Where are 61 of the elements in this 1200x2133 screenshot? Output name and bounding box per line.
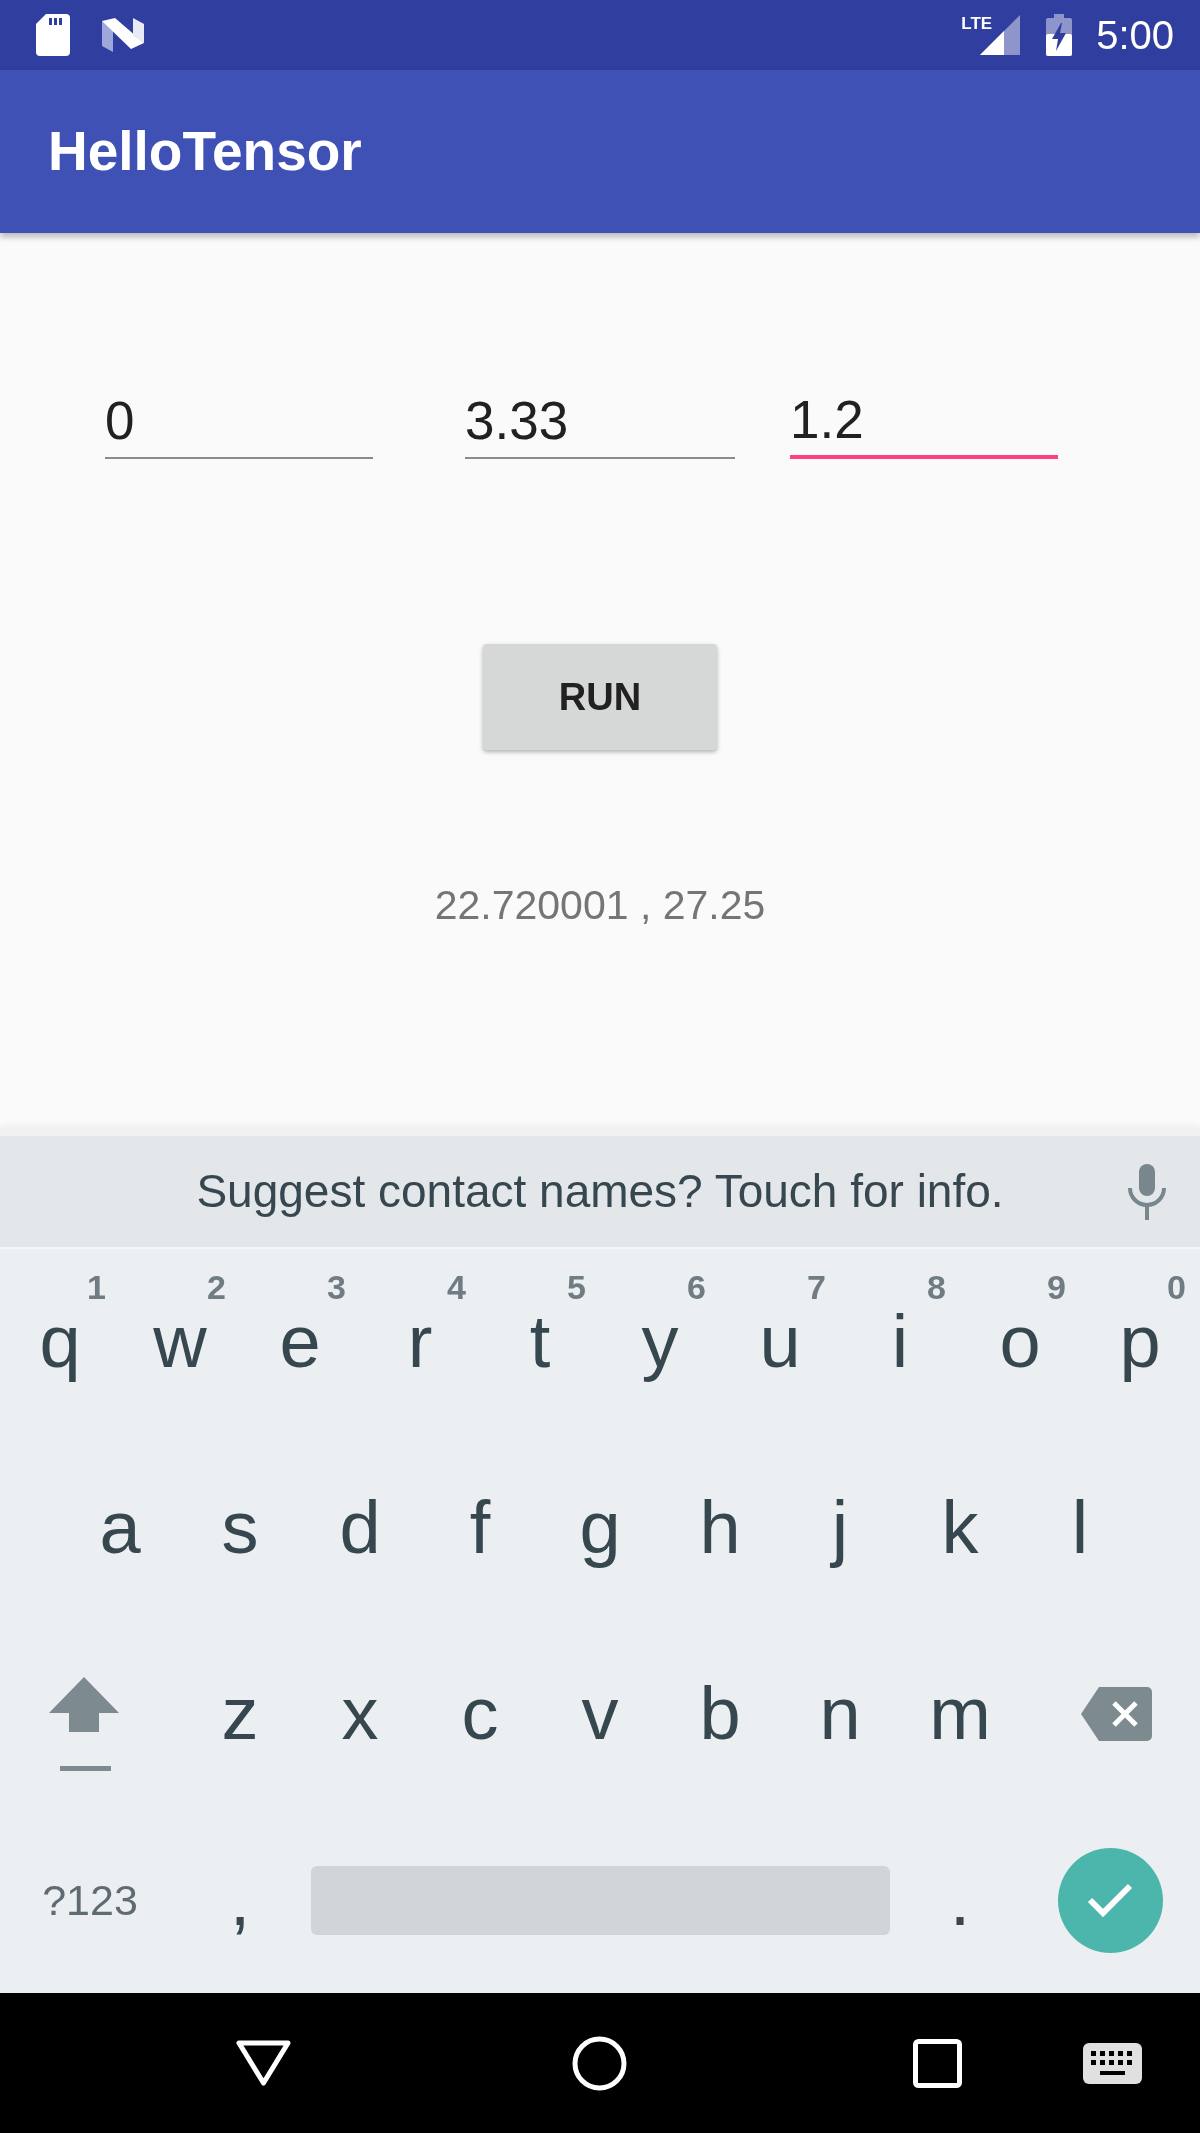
keyboard-icon[interactable] — [1083, 2042, 1142, 2084]
app-title: HelloTensor — [48, 119, 362, 185]
keyboard-key[interactable]: h — [670, 1473, 770, 1583]
keyboard-key[interactable]: q 1 — [10, 1267, 110, 1417]
shift-icon — [49, 1677, 119, 1771]
ribbon-n-icon — [102, 18, 144, 52]
keyboard-key[interactable]: i 8 — [850, 1267, 950, 1417]
keyboard-key[interactable]: r 4 — [370, 1267, 470, 1417]
keyboard-key[interactable]: k — [910, 1473, 1010, 1583]
suggestion-text[interactable]: Suggest contact names? Touch for info. — [196, 1157, 1004, 1226]
recents-icon[interactable] — [913, 2038, 962, 2088]
key-hint: 1 — [87, 1270, 106, 1304]
keyboard-key[interactable]: b — [670, 1659, 770, 1769]
network-type-label: LTE — [961, 15, 993, 32]
key-hint: 3 — [327, 1270, 346, 1304]
key-hint: 8 — [927, 1270, 946, 1304]
run-button[interactable]: RUN — [483, 644, 717, 750]
keyboard-key[interactable]: a — [70, 1473, 170, 1583]
mic-icon[interactable] — [1126, 1163, 1168, 1220]
keyboard-key[interactable]: u 7 — [730, 1267, 830, 1417]
symbols-key[interactable]: ?123 — [40, 1878, 140, 1922]
check-icon — [1087, 1883, 1133, 1917]
key-hint: 6 — [687, 1270, 706, 1304]
key-hint: 2 — [207, 1270, 226, 1304]
backspace-key[interactable] — [1080, 1687, 1152, 1741]
punctuation-key[interactable]: , — [210, 1855, 270, 1945]
home-icon[interactable] — [572, 2035, 627, 2091]
key-hint: 0 — [1167, 1270, 1186, 1304]
keyboard-key[interactable]: p 0 — [1090, 1267, 1190, 1417]
keyboard-key[interactable]: n — [790, 1659, 890, 1769]
keyboard-key[interactable]: c — [430, 1659, 530, 1769]
keyboard-key[interactable]: t 5 — [490, 1267, 590, 1417]
input-field[interactable]: 3.33 — [465, 370, 735, 459]
back-icon[interactable] — [236, 2040, 291, 2086]
keyboard-key[interactable]: y 6 — [610, 1267, 710, 1417]
keyboard-key[interactable]: j — [790, 1473, 890, 1583]
keyboard-key[interactable]: o 9 — [970, 1267, 1070, 1417]
keyboard-key[interactable]: f — [430, 1473, 530, 1583]
keyboard-key[interactable]: w 2 — [130, 1267, 230, 1417]
sd-card-icon — [36, 14, 70, 56]
result-text: 22.720001 , 27.25 — [434, 881, 766, 929]
battery-icon — [1046, 14, 1073, 56]
keyboard-key[interactable]: v — [550, 1659, 650, 1769]
input-field[interactable]: 0 — [105, 370, 373, 459]
key-hint: 9 — [1047, 1270, 1066, 1304]
key-hint: 4 — [447, 1270, 466, 1304]
punctuation-key[interactable]: . — [930, 1855, 990, 1945]
input-field[interactable]: 1.2 — [790, 370, 1058, 459]
keyboard-key[interactable]: l — [1030, 1473, 1130, 1583]
key-hint: 7 — [807, 1270, 826, 1304]
keyboard-key[interactable]: d — [310, 1473, 410, 1583]
keyboard-key[interactable]: x — [310, 1659, 410, 1769]
shift-key[interactable] — [49, 1677, 119, 1771]
clock-time: 5:00 — [1096, 15, 1174, 55]
backspace-icon — [1080, 1687, 1152, 1741]
keyboard-key[interactable]: g — [550, 1473, 650, 1583]
key-hint: 5 — [567, 1270, 586, 1304]
keyboard-key[interactable]: z — [190, 1659, 290, 1769]
keyboard-key[interactable]: m — [910, 1659, 1010, 1769]
keyboard-key[interactable]: e 3 — [250, 1267, 350, 1417]
keyboard-key[interactable]: s — [190, 1473, 290, 1583]
